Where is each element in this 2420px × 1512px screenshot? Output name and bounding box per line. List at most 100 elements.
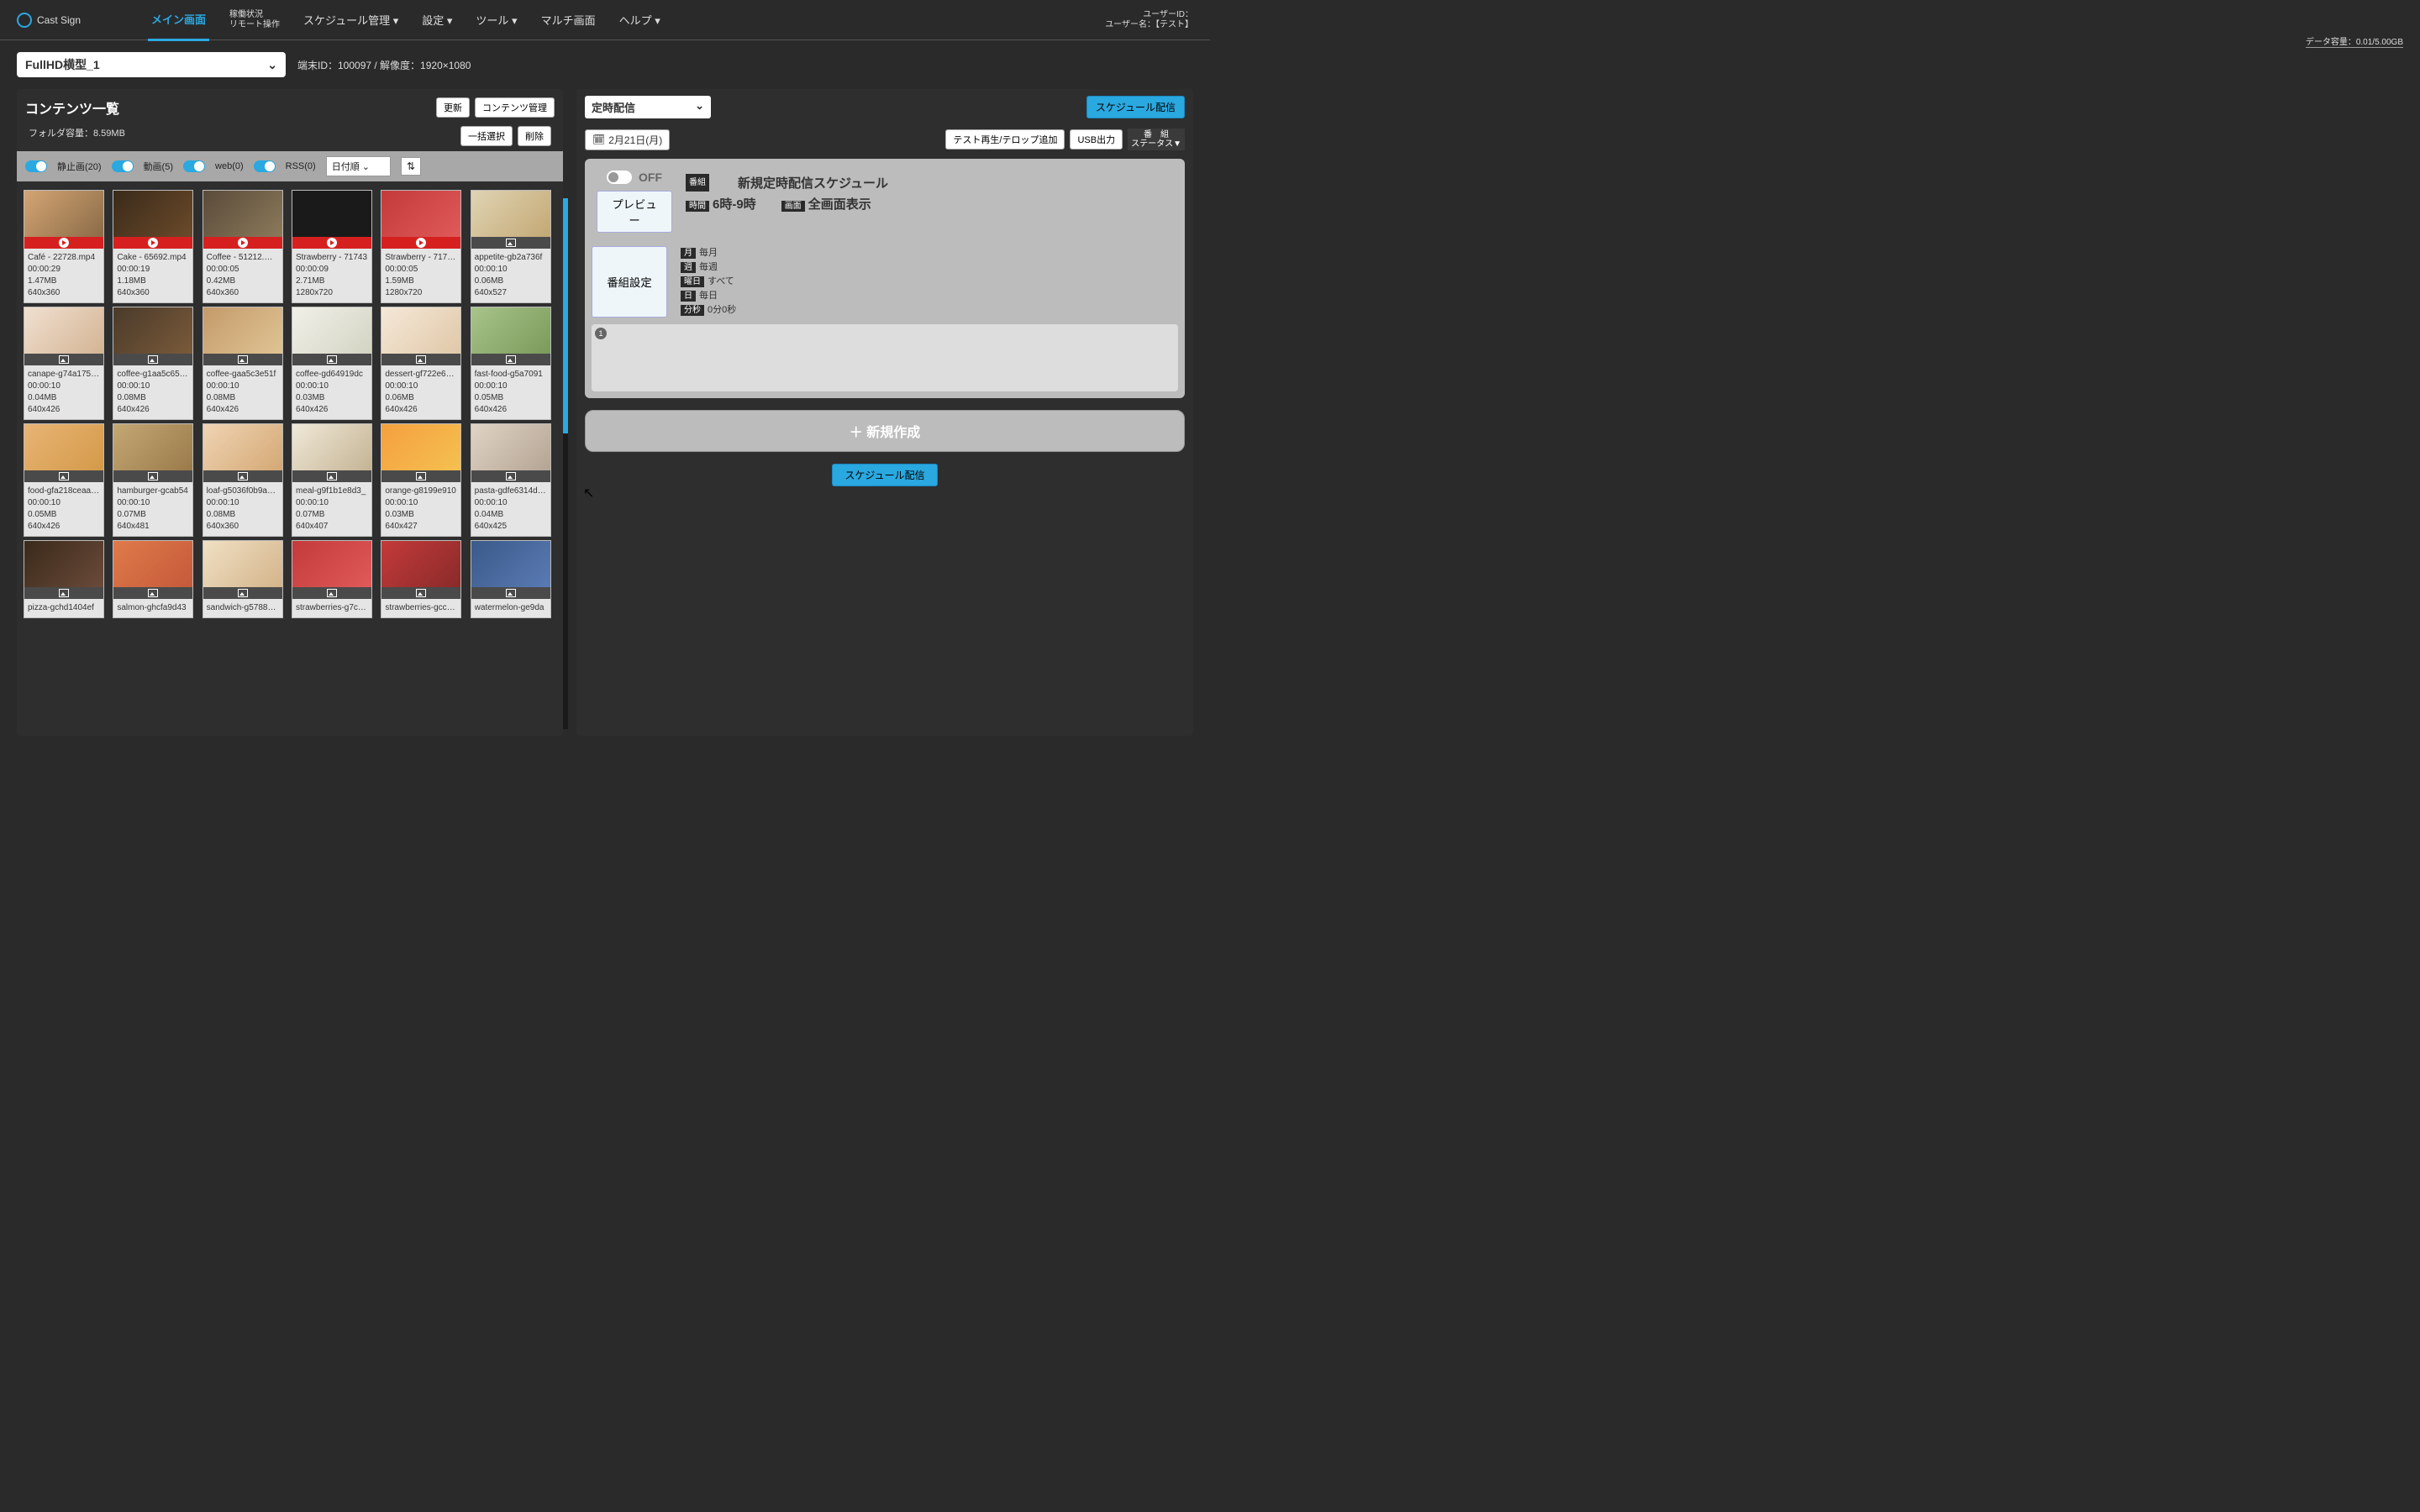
web-label: web(0) — [215, 161, 244, 171]
content-manage-button[interactable]: コンテンツ管理 — [475, 97, 555, 118]
content-card[interactable]: Strawberry - 7174…00:00:051.59MB1280x720 — [381, 190, 461, 303]
sort-select[interactable]: 日付順 ⌄ — [326, 156, 391, 176]
subheader: FullHD横型_1 ⌄ 端末ID：100097 / 解像度：1920×1080 — [0, 40, 1210, 89]
scrollbar-thumb[interactable] — [563, 198, 568, 433]
time-value: 6時-9時 — [713, 197, 756, 212]
set-ms-t: 分秒 — [681, 305, 704, 316]
content-card[interactable]: salmon-ghcfa9d43 — [113, 540, 193, 618]
program-status-button[interactable]: 番 組 ステータス▼ — [1128, 129, 1185, 150]
content-card[interactable]: coffee-g1aa5c658…00:00:100.08MB640x426 — [113, 307, 193, 420]
thumbnail — [292, 191, 371, 237]
card-meta: Strawberry - 7174300:00:092.71MB1280x720 — [292, 249, 371, 302]
rss-toggle[interactable] — [254, 160, 276, 172]
set-ms-v: 0分0秒 — [708, 305, 736, 315]
nav-schedule[interactable]: スケジュール管理 ▾ — [300, 0, 402, 39]
image-icon — [203, 354, 282, 365]
test-play-button[interactable]: テスト再生/テロップ追加 — [945, 129, 1065, 150]
duration: 00:00:10 — [28, 381, 100, 392]
usb-output-button[interactable]: USB出力 — [1070, 129, 1123, 150]
nav-settings[interactable]: 設定 ▾ — [418, 0, 455, 39]
file-name: hamburger-gcab54 — [117, 486, 189, 497]
chevron-down-icon: ⌄ — [695, 99, 704, 115]
content-card[interactable]: Strawberry - 7174300:00:092.71MB1280x720 — [292, 190, 372, 303]
content-card[interactable]: fast-food-g5a709100:00:100.05MB640x426 — [471, 307, 551, 420]
image-icon — [471, 237, 550, 249]
duration: 00:00:10 — [207, 381, 279, 392]
nav-help[interactable]: ヘルプ ▾ — [616, 0, 664, 39]
set-month-v: 毎月 — [699, 248, 718, 258]
schedule-header: 定時配信⌄ スケジュール配信 — [576, 89, 1193, 125]
program-settings-button[interactable]: 番組設定 — [592, 246, 667, 318]
nav-main[interactable]: メイン画面 — [148, 0, 209, 41]
scrollbar-track[interactable] — [563, 198, 568, 729]
switch-track — [607, 171, 632, 184]
content-card[interactable]: orange-g8199e91000:00:100.03MB640x427 — [381, 423, 461, 537]
web-toggle[interactable] — [183, 160, 205, 172]
content-card[interactable]: coffee-gaa5c3e51f00:00:100.08MB640x426 — [203, 307, 283, 420]
delivery-select[interactable]: 定時配信⌄ — [585, 96, 711, 118]
content-card[interactable]: strawberries-gcc0… — [381, 540, 461, 618]
status-l1: 番 組 — [1131, 130, 1181, 139]
chevron-down-icon: ⌄ — [267, 58, 277, 72]
content-card[interactable]: appetite-gb2a736f00:00:100.06MB640x527 — [471, 190, 551, 303]
dimensions: 640x426 — [296, 404, 368, 416]
date-value: 2月21日(月) — [608, 133, 662, 147]
nav-status-l1: 稼働状況 — [229, 10, 280, 20]
file-name: watermelon-ge9da — [475, 602, 547, 614]
set-week-v: 毎週 — [699, 262, 718, 272]
content-card[interactable]: hamburger-gcab5400:00:100.07MB640x481 — [113, 423, 193, 537]
program-tag: 番組 — [686, 174, 709, 192]
sort-direction-button[interactable]: ⇅ — [401, 157, 421, 176]
still-toggle[interactable] — [25, 160, 47, 172]
data-capacity: データ容量：0.01/5.00GB — [2306, 34, 2403, 48]
on-off-switch[interactable]: OFF — [607, 171, 662, 184]
duration: 00:00:10 — [28, 497, 100, 509]
file-name: coffee-g1aa5c658… — [117, 369, 189, 381]
duration: 00:00:19 — [117, 264, 189, 276]
nav-status[interactable]: 稼働状況 リモート操作 — [226, 0, 283, 42]
card-meta: food-gfa218ceaa_…00:00:100.05MB640x426 — [24, 482, 103, 536]
content-card[interactable]: loaf-g5036f0b9a_…00:00:100.08MB640x360 — [203, 423, 283, 537]
file-name: orange-g8199e910 — [385, 486, 457, 497]
card-meta: appetite-gb2a736f00:00:100.06MB640x527 — [471, 249, 550, 302]
nav-tools[interactable]: ツール ▾ — [472, 0, 520, 39]
file-size: 0.08MB — [207, 392, 279, 404]
preview-button[interactable]: プレビュー — [597, 191, 672, 233]
update-button[interactable]: 更新 — [436, 97, 470, 118]
content-card[interactable]: sandwich-g5788a… — [203, 540, 283, 618]
content-card[interactable]: coffee-gd64919dc00:00:100.03MB640x426 — [292, 307, 372, 420]
image-icon — [24, 587, 103, 599]
logo: Cast Sign — [17, 13, 81, 28]
content-card[interactable]: watermelon-ge9da — [471, 540, 551, 618]
date-picker[interactable]: 🗓 2月21日(月) — [585, 129, 670, 150]
content-card[interactable]: food-gfa218ceaa_…00:00:100.05MB640x426 — [24, 423, 104, 537]
content-card[interactable]: dessert-gf722e69…00:00:100.06MB640x426 — [381, 307, 461, 420]
thumbnail — [24, 307, 103, 354]
image-icon — [471, 587, 550, 599]
thumbnail — [24, 191, 103, 237]
content-card[interactable]: Coffee - 51212.mp…00:00:050.42MB640x360 — [203, 190, 283, 303]
dimensions: 640x427 — [385, 521, 457, 533]
content-card[interactable]: canape-g74a175e300:00:100.04MB640x426 — [24, 307, 104, 420]
content-card[interactable]: Café - 22728.mp400:00:291.47MB640x360 — [24, 190, 104, 303]
content-card[interactable]: Cake - 65692.mp400:00:191.18MB640x360 — [113, 190, 193, 303]
bulk-select-button[interactable]: 一括選択 — [460, 126, 513, 146]
content-card[interactable]: pizza-gchd1404ef — [24, 540, 104, 618]
device-select[interactable]: FullHD横型_1 ⌄ — [17, 52, 286, 77]
duration: 00:00:29 — [28, 264, 100, 276]
content-card[interactable]: pasta-gdfe6314db…00:00:100.04MB640x425 — [471, 423, 551, 537]
movie-toggle[interactable] — [112, 160, 134, 172]
nav-multi[interactable]: マルチ画面 — [538, 0, 599, 39]
content-drop-zone[interactable]: 1 — [592, 324, 1178, 391]
thumbnail — [113, 307, 192, 354]
user-info: ユーザーID： ユーザー名：【テスト】 — [1105, 10, 1193, 30]
schedule-delivery-button[interactable]: スケジュール配信 — [1086, 96, 1185, 118]
schedule-delivery-button-bottom[interactable]: スケジュール配信 — [832, 464, 937, 486]
new-schedule-button[interactable]: ＋ 新規作成 — [585, 410, 1185, 452]
content-card[interactable]: meal-g9f1b1e8d3_00:00:100.07MB640x407 — [292, 423, 372, 537]
delete-button[interactable]: 削除 — [518, 126, 551, 146]
dimensions: 640x360 — [207, 521, 279, 533]
file-name: Café - 22728.mp4 — [28, 252, 100, 264]
content-card[interactable]: strawberries-g7c8… — [292, 540, 372, 618]
file-name: Coffee - 51212.mp… — [207, 252, 279, 264]
